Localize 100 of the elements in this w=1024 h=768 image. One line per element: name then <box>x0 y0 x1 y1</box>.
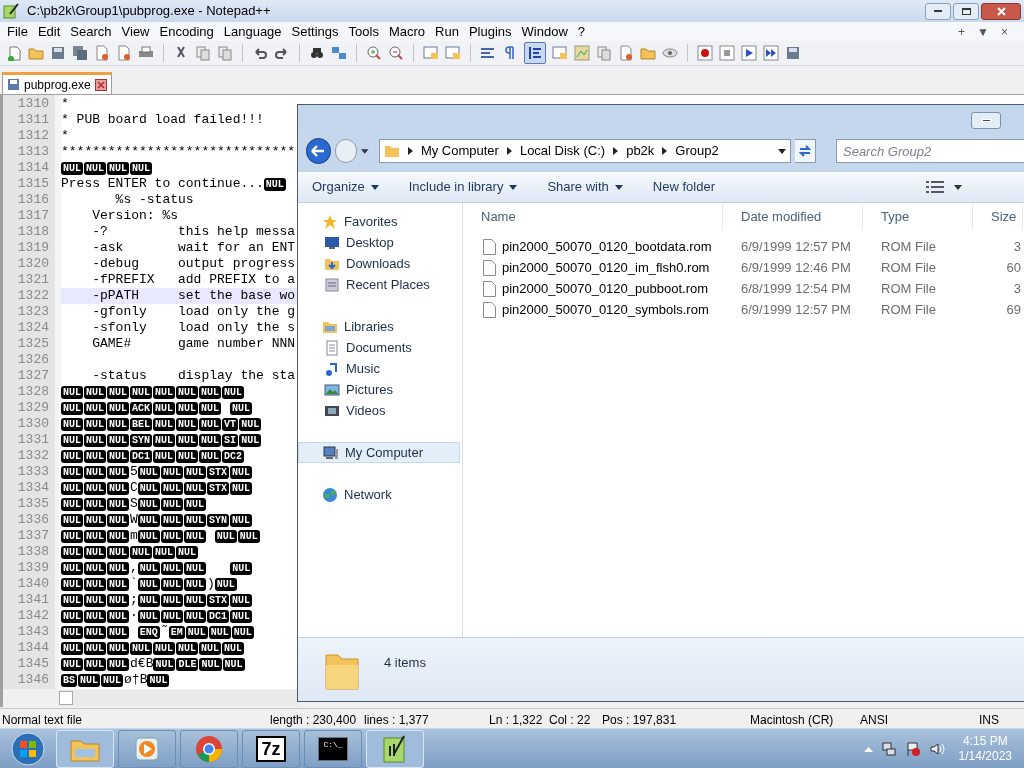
nav-item[interactable]: Pictures <box>298 379 462 400</box>
paste-icon[interactable] <box>217 45 233 61</box>
search-field[interactable]: Search Group2 <box>836 139 1024 163</box>
chevron-icon[interactable] <box>662 147 668 155</box>
network-icon[interactable] <box>880 740 897 757</box>
control-char-badge: NUL <box>263 177 286 191</box>
view-list-icon[interactable] <box>926 181 944 193</box>
close-icon[interactable] <box>94 78 107 91</box>
chevron-icon[interactable] <box>407 147 413 155</box>
undo-icon[interactable] <box>252 45 268 61</box>
file-tab[interactable]: pubprog.exe <box>2 72 112 94</box>
control-char-badge: NUL <box>183 561 206 575</box>
column-header[interactable]: Name <box>463 204 723 230</box>
indent-guide-icon[interactable] <box>527 45 543 61</box>
file-name[interactable]: pin2000_50070_0120_im_flsh0.rom <box>502 257 710 278</box>
taskbar-button[interactable]: C:\_ <box>304 729 362 768</box>
menu-item[interactable]: Tools <box>343 25 384 38</box>
zoom-out-icon[interactable] <box>388 45 404 61</box>
zoom-in-icon[interactable] <box>366 45 382 61</box>
copy-icon[interactable] <box>195 45 211 61</box>
flag-icon[interactable] <box>904 740 921 757</box>
nav-item[interactable]: Videos <box>298 400 462 421</box>
dropdown-caret-icon[interactable] <box>778 148 787 154</box>
menu-item[interactable]: Plugins <box>463 25 517 38</box>
nav-item[interactable]: Favorites <box>298 211 462 232</box>
menu-item[interactable]: Run <box>430 25 464 38</box>
control-char-badge: NUL <box>61 609 83 623</box>
column-header[interactable]: Date modified <box>723 204 863 230</box>
eye-icon[interactable] <box>662 45 678 61</box>
column-header[interactable]: Size <box>973 204 1023 230</box>
maximize-button[interactable] <box>953 2 979 20</box>
redo-icon[interactable] <box>274 45 290 61</box>
nav-item[interactable]: My Computer <box>298 442 460 463</box>
play-icon[interactable] <box>741 45 757 61</box>
minimize-button[interactable] <box>925 2 951 20</box>
taskbar-button[interactable]: 7z <box>242 729 300 768</box>
show-hidden-icon[interactable] <box>863 745 873 752</box>
control-char-badge: NUL <box>84 497 107 511</box>
toolbar-button[interactable]: Organize <box>312 177 379 197</box>
nav-item[interactable]: Documents <box>298 337 462 358</box>
menu-control[interactable]: ▼ <box>977 25 989 38</box>
find-icon[interactable] <box>309 45 325 61</box>
menu-control[interactable]: × <box>1001 25 1008 38</box>
back-button[interactable] <box>306 138 331 164</box>
menu-item[interactable]: Language <box>218 25 287 38</box>
file-name[interactable]: pin2000_50070_0120_bootdata.rom <box>502 236 712 257</box>
new-file-icon[interactable] <box>6 45 22 61</box>
toolbar-button[interactable]: Include in library <box>408 177 518 197</box>
menu-item[interactable]: Edit <box>32 25 66 38</box>
folder-icon[interactable] <box>640 45 656 61</box>
open-folder-icon[interactable] <box>28 45 44 61</box>
file-name[interactable]: pin2000_50070_0120_symbols.rom <box>502 299 709 320</box>
menu-item[interactable]: Macro <box>383 25 431 38</box>
play-multiple-icon[interactable] <box>763 45 779 61</box>
line-number: 1311 <box>16 112 50 128</box>
menu-item[interactable]: Window <box>516 25 573 38</box>
toolbar-button[interactable]: Share with <box>547 177 623 197</box>
refresh-button[interactable] <box>795 139 816 163</box>
menu-item[interactable]: File <box>2 25 33 38</box>
control-char-badge: NUL <box>84 641 107 655</box>
control-char-badge: NUL <box>229 465 252 479</box>
volume-icon[interactable] <box>928 740 945 757</box>
breadcrumb-item[interactable]: My Computer <box>420 141 499 161</box>
horizontal-scrollbar[interactable] <box>59 690 299 706</box>
line-number: 1310 <box>16 96 50 112</box>
line-number: 1312 <box>16 128 50 144</box>
breadcrumb-item[interactable]: Group2 <box>675 141 719 161</box>
file-name[interactable]: pin2000_50070_0120_pubboot.rom <box>502 278 709 299</box>
history-caret-icon[interactable] <box>361 148 369 154</box>
menu-item[interactable]: ? <box>572 25 591 38</box>
record-icon[interactable] <box>697 45 713 61</box>
back-arrow-icon <box>311 145 326 157</box>
stop-icon[interactable] <box>719 45 735 61</box>
nav-item[interactable]: Downloads <box>298 253 462 274</box>
menu-item[interactable]: Search <box>65 25 117 38</box>
save-macro-icon[interactable] <box>785 45 801 61</box>
save-all-icon[interactable] <box>72 45 88 61</box>
menu-control[interactable]: + <box>958 25 966 38</box>
nav-item[interactable]: Music <box>298 358 462 379</box>
nav-item[interactable]: Desktop <box>298 232 462 253</box>
menu-item[interactable]: Settings <box>286 25 344 38</box>
clock-time: 4:15 PM <box>962 733 1008 749</box>
menu-item[interactable]: View <box>116 25 155 38</box>
close-button[interactable] <box>981 2 1021 20</box>
nav-item[interactable]: Network <box>298 484 462 505</box>
breadcrumb-item[interactable]: pb2k <box>626 141 655 161</box>
caret-icon[interactable] <box>954 184 962 190</box>
chevron-icon[interactable] <box>613 147 619 155</box>
save-icon[interactable] <box>50 45 66 61</box>
wrap-icon[interactable] <box>480 45 496 61</box>
nav-item[interactable]: Recent Places <box>298 274 462 295</box>
address-bar[interactable]: My Computer Local Disk (C:) pb2k Group2 <box>378 139 792 163</box>
pages-icon[interactable] <box>596 45 612 61</box>
nav-item[interactable]: Libraries <box>298 316 462 337</box>
column-header[interactable]: Type <box>863 204 973 230</box>
chevron-icon[interactable] <box>506 147 512 155</box>
menu-item[interactable]: Encoding <box>154 25 219 38</box>
line-number: 1321 <box>16 272 50 288</box>
toolbar-button[interactable]: New folder <box>652 177 715 197</box>
breadcrumb-item[interactable]: Local Disk (C:) <box>519 141 606 161</box>
